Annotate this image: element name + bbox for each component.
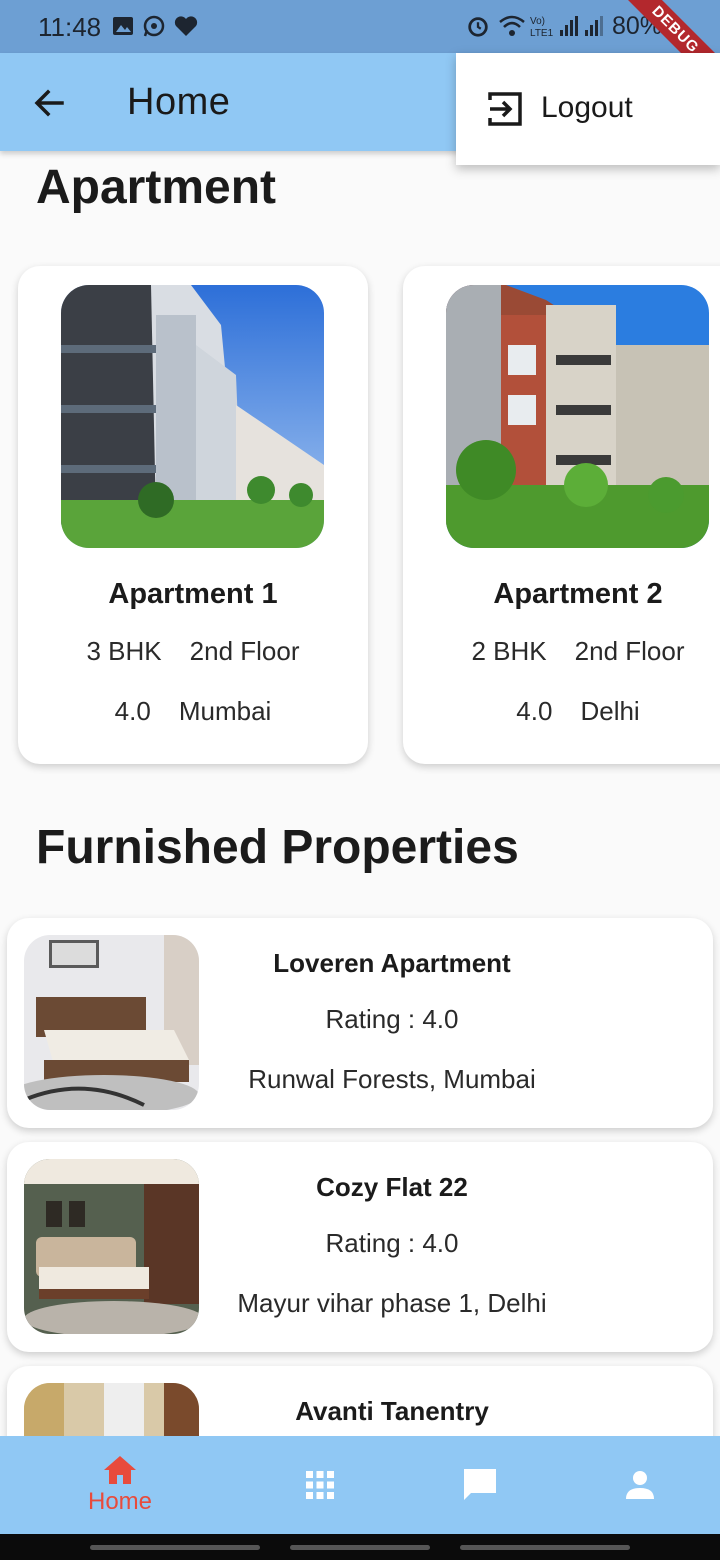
apartment-specs: 2 BHK 2nd Floor: [403, 636, 720, 667]
apartment-bhk: 2 BHK: [471, 636, 547, 666]
apartment-floor: 2nd Floor: [189, 636, 300, 666]
system-back-gesture[interactable]: [90, 1545, 260, 1550]
property-name: Cozy Flat 22: [316, 1172, 468, 1202]
apartment-meta: 4.0 Delhi: [403, 696, 720, 727]
gallery-icon: [113, 17, 133, 35]
nav-item-home[interactable]: Home: [70, 1436, 170, 1534]
home-icon: [104, 1456, 136, 1484]
signal-icon: [560, 16, 603, 36]
heart-icon: [174, 16, 198, 36]
volte-icon: Vo)LTE1: [530, 16, 554, 38]
nav-item-chat[interactable]: [440, 1436, 520, 1534]
grid-icon: [306, 1471, 334, 1499]
page-title: Home: [127, 81, 231, 123]
system-recents-gesture[interactable]: [460, 1545, 630, 1550]
apartment-city: Mumbai: [178, 696, 272, 726]
alarm-icon: [468, 17, 488, 37]
apartment-section-title: Apartment: [36, 161, 277, 214]
nav-item-grid[interactable]: [280, 1436, 360, 1534]
person-icon: [626, 1471, 654, 1499]
menu-item-logout[interactable]: Logout: [456, 53, 720, 165]
bottom-navigation: Home: [0, 1436, 720, 1534]
nav-item-profile[interactable]: [600, 1436, 680, 1534]
apartment-card[interactable]: Apartment 2 2 BHK 2nd Floor 4.0 Delhi: [403, 266, 720, 764]
system-navigation-bar: [0, 1534, 720, 1560]
svg-text:Vo): Vo): [530, 16, 545, 27]
apartment-photo: [446, 285, 709, 548]
apartment-photo: [61, 285, 324, 548]
apartment-name: Apartment 1: [108, 578, 278, 610]
property-photo: [24, 1159, 199, 1334]
property-name: Loveren Apartment: [273, 948, 511, 978]
status-time: 11:48: [38, 12, 102, 42]
apartment-rating: 4.0: [516, 696, 553, 726]
apartment-bhk: 3 BHK: [86, 636, 162, 666]
apartment-meta: 4.0 Mumbai: [18, 696, 368, 727]
logout-icon: [488, 92, 522, 126]
apartment-specs: 3 BHK 2nd Floor: [18, 636, 368, 667]
overflow-menu: Logout: [456, 53, 720, 165]
property-location: Mayur vihar phase 1, Delhi: [237, 1288, 547, 1318]
furnished-property-card[interactable]: Cozy Flat 22 Rating : 4.0 Mayur vihar ph…: [7, 1142, 713, 1352]
property-rating: Rating : 4.0: [325, 1228, 459, 1258]
back-arrow-icon[interactable]: [28, 81, 72, 125]
nav-home-label: Home: [87, 1488, 153, 1515]
property-location: Runwal Forests, Mumbai: [248, 1064, 536, 1094]
property-rating: Rating : 4.0: [325, 1004, 459, 1034]
svg-text:LTE1: LTE1: [530, 28, 554, 38]
system-home-gesture[interactable]: [290, 1545, 430, 1550]
apartment-card[interactable]: Apartment 1 3 BHK 2nd Floor 4.0 Mumbai: [18, 266, 368, 764]
furnished-section-title: Furnished Properties: [36, 821, 519, 874]
wifi-icon: [499, 15, 525, 36]
apartment-name: Apartment 2: [493, 578, 663, 610]
property-name: Avanti Tanentry: [295, 1396, 489, 1426]
status-bar: 11:48 Vo) LTE1 80% DEBUG: [0, 0, 720, 99]
chat-icon: [464, 1469, 496, 1500]
whatsapp-icon: [143, 15, 165, 37]
apartment-city: Delhi: [580, 696, 640, 726]
property-photo: [24, 935, 199, 1110]
logout-label: Logout: [541, 91, 633, 124]
furnished-property-card[interactable]: Loveren Apartment Rating : 4.0 Runwal Fo…: [7, 918, 713, 1128]
apartment-floor: 2nd Floor: [574, 636, 685, 666]
apartment-rating: 4.0: [114, 696, 151, 726]
